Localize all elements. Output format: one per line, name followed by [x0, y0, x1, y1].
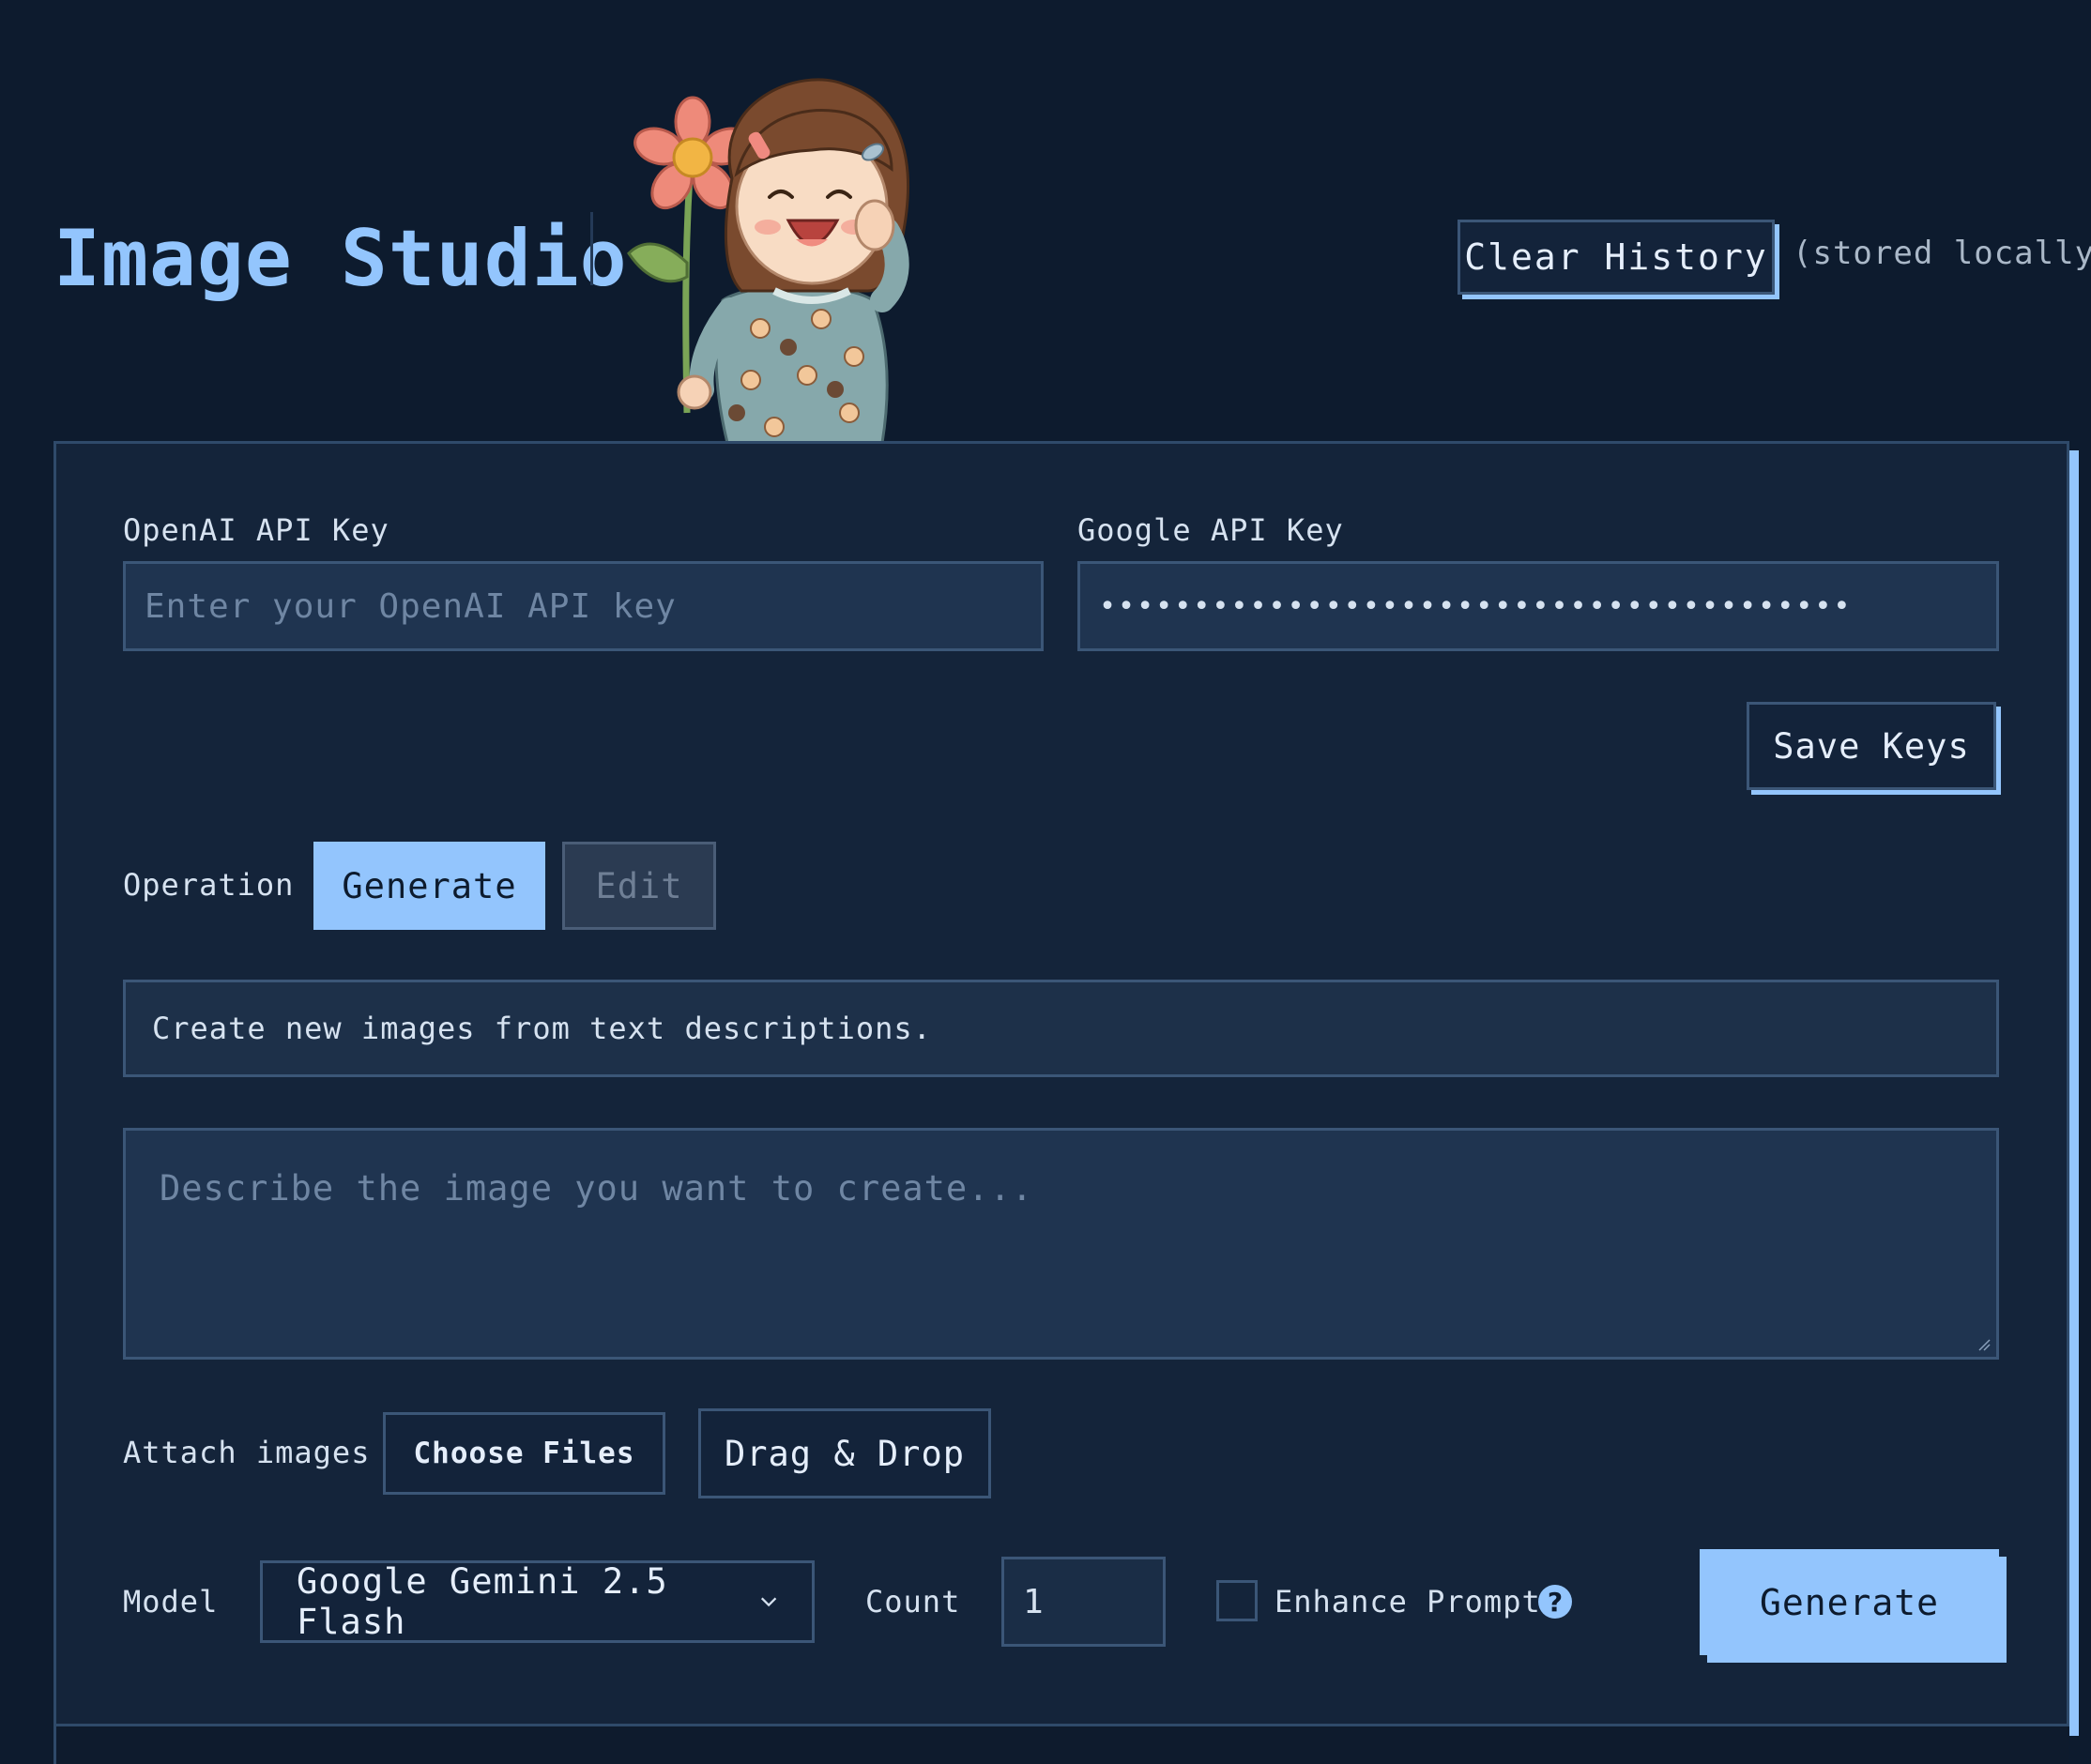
count-label: Count: [865, 1584, 961, 1620]
google-key-label: Google API Key: [1077, 512, 1344, 548]
model-select-value: Google Gemini 2.5 Flash: [297, 1561, 668, 1642]
drag-drop-zone[interactable]: Drag & Drop: [698, 1408, 991, 1498]
panel-footer: [53, 1726, 2069, 1764]
save-keys-button[interactable]: Save Keys: [1747, 702, 1996, 790]
generate-button[interactable]: Generate: [1700, 1549, 1999, 1655]
openai-key-input[interactable]: Enter your OpenAI API key: [123, 561, 1044, 651]
operation-label: Operation: [123, 867, 295, 903]
attach-images-label: Attach images: [123, 1435, 371, 1470]
enhance-prompt-checkbox[interactable]: [1216, 1580, 1258, 1621]
model-label: Model: [123, 1584, 219, 1620]
operation-description: Create new images from text descriptions…: [123, 980, 1999, 1077]
choose-files-button[interactable]: Choose Files: [383, 1412, 665, 1495]
google-key-input[interactable]: ••••••••••••••••••••••••••••••••••••••••: [1077, 561, 1999, 651]
page-title: Image Studio: [53, 213, 628, 304]
enhance-prompt-label: Enhance Prompt: [1274, 1584, 1541, 1620]
clear-history-button[interactable]: Clear History: [1458, 220, 1775, 295]
model-select[interactable]: Google Gemini 2.5 Flash: [260, 1560, 815, 1643]
chevron-down-icon: [760, 1597, 777, 1607]
openai-key-placeholder: Enter your OpenAI API key: [145, 586, 677, 626]
operation-description-text: Create new images from text descriptions…: [152, 1011, 932, 1046]
operation-edit-button[interactable]: Edit: [562, 842, 716, 930]
mascot-illustration: [619, 66, 957, 445]
count-input[interactable]: 1: [1001, 1557, 1166, 1647]
operation-generate-button[interactable]: Generate: [313, 842, 545, 930]
prompt-placeholder: Describe the image you want to create...: [160, 1168, 1034, 1209]
storage-note: (stored locally): [1793, 235, 2091, 272]
prompt-textarea[interactable]: Describe the image you want to create...: [123, 1128, 1999, 1360]
google-key-value: ••••••••••••••••••••••••••••••••••••••••: [1099, 589, 1853, 623]
openai-key-label: OpenAI API Key: [123, 512, 389, 548]
resize-grip-icon[interactable]: [1977, 1338, 1991, 1351]
girl-with-flower-icon: [627, 78, 909, 445]
count-value: 1: [1023, 1582, 1045, 1621]
help-icon[interactable]: ?: [1538, 1585, 1572, 1619]
text-caret: [590, 212, 593, 285]
